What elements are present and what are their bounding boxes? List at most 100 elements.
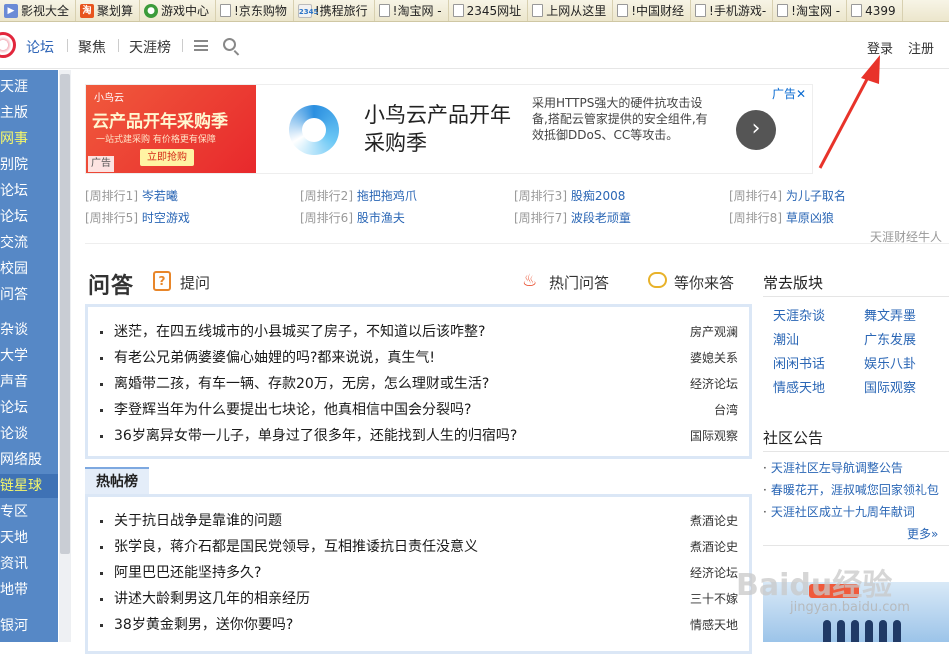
question-link[interactable]: 有老公兄弟俩婆婆偏心妯娌的吗?都来说说，真生气! <box>114 345 435 371</box>
category-link[interactable]: 房产观澜 <box>690 319 738 345</box>
sidebar-item[interactable]: 论坛 <box>0 396 58 420</box>
list-item[interactable]: 李登辉当年为什么要提出七块论，他真相信中国会分裂吗? 台湾 <box>100 397 740 423</box>
list-item[interactable]: 离婚带二孩，有车一辆、存款20万，无房，怎么理财或生活? 经济论坛 <box>100 371 740 397</box>
list-item[interactable]: 关于抗日战争是靠谁的问题 煮酒论史 <box>100 508 740 534</box>
waiting-answers-link[interactable]: 等你来答 <box>674 272 734 293</box>
bookmark-2345[interactable]: 2345网址 <box>449 0 529 21</box>
post-link[interactable]: 张学良，蒋介石都是国民党领导，互相推诿抗日责任没意义 <box>114 534 478 560</box>
sidebar-scrollbar[interactable] <box>59 70 71 642</box>
notice-link[interactable]: 天涯社区左导航调整公告 <box>763 459 903 476</box>
rank-link[interactable]: [周排行8] 草原凶狼 <box>729 209 834 226</box>
category-link[interactable]: 经济论坛 <box>690 371 738 397</box>
list-item[interactable]: 张学良，蒋介石都是国民党领导，互相推诿抗日责任没意义 煮酒论史 <box>100 534 740 560</box>
list-item[interactable]: 36岁离异女带一儿子，单身过了很多年，还能找到人生的归宿吗? 国际观察 <box>100 423 740 449</box>
ad-arrow-button[interactable]: › <box>736 110 776 150</box>
category-link[interactable]: 煮酒论史 <box>690 508 738 534</box>
question-link[interactable]: 迷茫，在四五线城市的小县城买了房子，不知道以后该咋整? <box>114 319 485 345</box>
category-link[interactable]: 三十不嫁 <box>690 586 738 612</box>
more-notices-link[interactable]: 更多» <box>907 525 938 542</box>
question-link[interactable]: 李登辉当年为什么要提出七块论，他真相信中国会分裂吗? <box>114 397 471 423</box>
tianya-logo[interactable] <box>0 32 16 58</box>
bookmark-video[interactable]: ▶ 影视大全 <box>0 0 77 21</box>
sidebar-item[interactable]: 专区 <box>0 500 58 524</box>
category-link[interactable]: 国际观察 <box>690 423 738 449</box>
list-item[interactable]: 迷茫，在四五线城市的小县城买了房子，不知道以后该咋整? 房产观澜 <box>100 319 740 345</box>
nav-rank[interactable]: 天涯榜 <box>129 37 171 57</box>
favorite-board-link[interactable]: 国际观察 <box>864 377 916 396</box>
bookmark-games[interactable]: ● 游戏中心 <box>140 0 217 21</box>
nav-focus[interactable]: 聚焦 <box>78 37 106 57</box>
sidebar-item[interactable]: 论坛 <box>0 179 58 203</box>
sidebar-item[interactable]: 大学 <box>0 344 58 368</box>
rank-link[interactable]: [周排行1] 岑若曦 <box>85 187 178 204</box>
category-link[interactable]: 煮酒论史 <box>690 534 738 560</box>
category-link[interactable]: 婆媳关系 <box>690 345 738 371</box>
bookmark-juhuasuan[interactable]: 淘聚划算 <box>76 0 141 21</box>
favorite-board-link[interactable]: 情感天地 <box>773 377 825 396</box>
rank-link[interactable]: [周排行3] 股痴2008 <box>514 187 625 204</box>
bookmark-ctrip[interactable]: 2345 !携程旅行 <box>294 0 375 21</box>
notice-link[interactable]: 天涯社区成立十九周年献词 <box>763 503 915 520</box>
bookmark-jd[interactable]: !京东购物 <box>216 0 294 21</box>
bookmark-start[interactable]: 上网从这里 <box>528 0 614 21</box>
sidebar-item[interactable]: 论坛 <box>0 205 58 229</box>
post-link[interactable]: 关于抗日战争是靠谁的问题 <box>114 508 282 534</box>
favorite-board-link[interactable]: 潮汕 <box>773 329 799 348</box>
sidebar-item[interactable]: 地带 <box>0 578 58 602</box>
bookmark-taobao[interactable]: !淘宝网 - <box>375 0 449 21</box>
sidebar-item[interactable]: 声音 <box>0 370 58 394</box>
sidebar-item[interactable]: 网事 <box>0 127 58 151</box>
list-item[interactable]: 有老公兄弟俩婆婆偏心妯娌的吗?都来说说，真生气! 婆媳关系 <box>100 345 740 371</box>
list-item[interactable]: 38岁黄金剩男，送你你要吗? 情感天地 <box>100 612 740 638</box>
ask-question-link[interactable]: 提问 <box>180 272 210 293</box>
question-icon[interactable]: ? <box>153 271 171 291</box>
nav-forum[interactable]: 论坛 <box>26 37 54 57</box>
sidebar-item[interactable]: 论谈 <box>0 422 58 446</box>
rank-link[interactable]: [周排行6] 股市渔夫 <box>300 209 405 226</box>
favorite-board-link[interactable]: 娱乐八卦 <box>864 353 916 372</box>
category-link[interactable]: 经济论坛 <box>690 560 738 586</box>
bookmark-finance[interactable]: !中国财经 <box>613 0 692 21</box>
ad-buy-button[interactable]: 立即抢购 <box>140 149 194 166</box>
rank-link[interactable]: [周排行2] 拖把拖鸡爪 <box>300 187 417 204</box>
sidebar-item[interactable]: 交流 <box>0 231 58 255</box>
favorite-board-link[interactable]: 闲闲书话 <box>773 353 825 372</box>
post-link[interactable]: 38岁黄金剩男，送你你要吗? <box>114 612 293 638</box>
question-link[interactable]: 离婚带二孩，有车一辆、存款20万，无房，怎么理财或生活? <box>114 371 489 397</box>
sidebar-item[interactable]: 杂谈 <box>0 318 58 342</box>
post-link[interactable]: 讲述大龄剩男这几年的相亲经历 <box>114 586 310 612</box>
rank-link[interactable]: [周排行5] 时空游戏 <box>85 209 190 226</box>
ad-image[interactable]: 小鸟云 云产品开年采购季 一站式建采购 有价格更有保障 立即抢购 广告 <box>86 85 256 173</box>
menu-icon[interactable] <box>194 40 208 51</box>
sidebar-item[interactable]: 天涯 <box>0 75 58 99</box>
login-link[interactable]: 登录 <box>867 38 893 57</box>
ad-close-button[interactable]: 广告✕ <box>772 85 806 102</box>
list-item[interactable]: 讲述大龄剩男这几年的相亲经历 三十不嫁 <box>100 586 740 612</box>
post-link[interactable]: 阿里巴巴还能坚持多久? <box>114 560 261 586</box>
ad-banner[interactable]: 小鸟云 云产品开年采购季 一站式建采购 有价格更有保障 立即抢购 广告 小鸟云产… <box>85 84 813 174</box>
rank-link[interactable]: [周排行4] 为儿子取名 <box>729 187 846 204</box>
list-item[interactable]: 阿里巴巴还能坚持多久? 经济论坛 <box>100 560 740 586</box>
sidebar-item[interactable]: 问答 <box>0 283 58 307</box>
sidebar-item[interactable]: 校园 <box>0 257 58 281</box>
ad-headline[interactable]: 小鸟云产品开年采购季 <box>364 101 524 157</box>
category-link[interactable]: 台湾 <box>714 397 738 423</box>
sidebar-item[interactable]: 别院 <box>0 153 58 177</box>
bookmark-taobao-2[interactable]: !淘宝网 - <box>773 0 848 21</box>
sidebar-item[interactable]: 银河 <box>0 614 58 638</box>
rank-link[interactable]: [周排行7] 波段老顽童 <box>514 209 631 226</box>
tab-hot-posts[interactable]: 热帖榜 <box>85 467 149 495</box>
favorite-board-link[interactable]: 天涯杂谈 <box>773 305 825 324</box>
bookmark-4399[interactable]: 4399 <box>847 0 903 21</box>
category-link[interactable]: 情感天地 <box>690 612 738 638</box>
sidebar-item[interactable]: 主版 <box>0 101 58 125</box>
sidebar-item[interactable]: 网络股 <box>0 448 58 472</box>
bookmark-mobile-games[interactable]: !手机游戏- <box>691 0 774 21</box>
register-link[interactable]: 注册 <box>908 38 934 57</box>
search-icon[interactable] <box>223 38 236 51</box>
scrollbar-thumb[interactable] <box>60 74 70 554</box>
favorite-board-link[interactable]: 舞文弄墨 <box>864 305 916 324</box>
notice-link[interactable]: 春暖花开，涯叔喊您回家领礼包 <box>763 481 939 498</box>
sidebar-item[interactable]: 天地 <box>0 526 58 550</box>
hot-questions-link[interactable]: 热门问答 <box>549 272 609 293</box>
